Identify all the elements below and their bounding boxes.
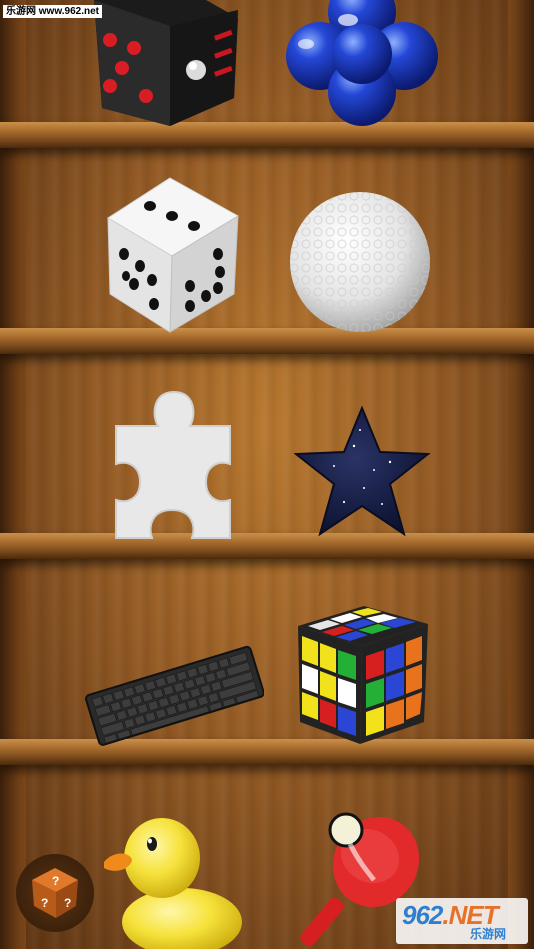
shelf-4 (0, 739, 534, 765)
watermark: 乐游网 www.962.net (3, 5, 102, 18)
brand-subtitle: 乐游网 (470, 927, 507, 941)
question-dice-icon: ? ? ? (32, 868, 78, 918)
rubber-duck-item[interactable] (100, 812, 244, 949)
brand-watermark: 962.NET 乐游网 (396, 898, 528, 944)
rubiks-cube-item[interactable] (294, 604, 432, 746)
white-dice-item[interactable] (106, 176, 242, 334)
puzzle-piece-item[interactable] (114, 390, 232, 540)
golf-ball-item[interactable] (288, 190, 432, 334)
blue-bubble-ball-item[interactable] (286, 0, 438, 128)
fidget-cube-item[interactable] (88, 0, 240, 128)
starry-star-item[interactable] (294, 406, 432, 538)
hint-button[interactable]: ? ? ? (16, 854, 94, 932)
keyboard-item[interactable] (84, 640, 264, 746)
svg-text:?: ? (64, 896, 71, 910)
svg-text:?: ? (52, 874, 59, 888)
shelf-1 (0, 122, 534, 148)
shelf-3 (0, 533, 534, 559)
svg-text:?: ? (41, 896, 48, 910)
shelf-2 (0, 328, 534, 354)
